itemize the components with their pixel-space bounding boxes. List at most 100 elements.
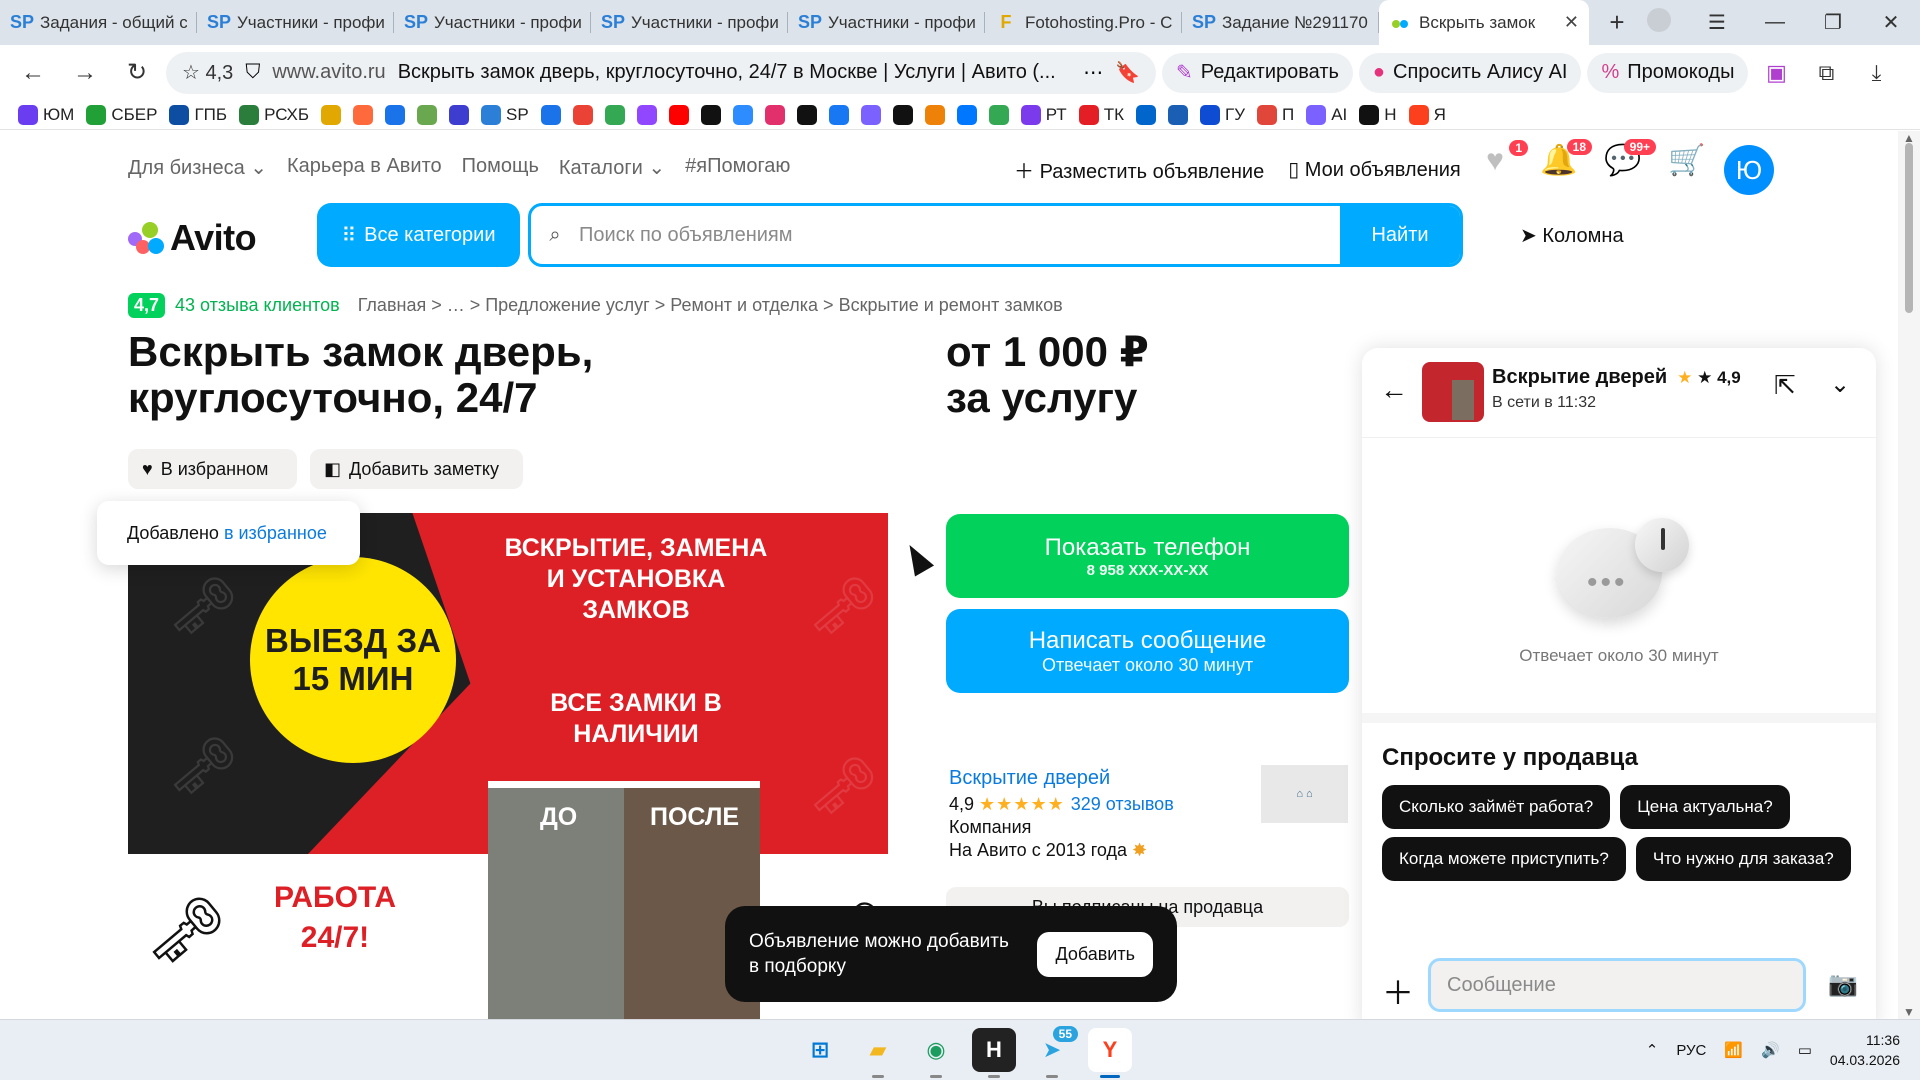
- heart-icon[interactable]: ♥ 1: [1476, 139, 1528, 178]
- bookmark-item[interactable]: [956, 104, 977, 125]
- plus-icon[interactable]: ＋: [1382, 968, 1414, 1014]
- close-window-button[interactable]: ✕: [1862, 10, 1920, 35]
- chat-icon[interactable]: 💬 99+: [1604, 139, 1656, 178]
- minimize-button[interactable]: —: [1746, 11, 1804, 34]
- profile-icon[interactable]: [1630, 7, 1688, 38]
- open-external-icon[interactable]: ⇱: [1774, 370, 1796, 401]
- wifi-icon[interactable]: 📶: [1724, 1041, 1743, 1059]
- bookmark-item[interactable]: [572, 104, 593, 125]
- promo-chip[interactable]: % Промокоды: [1587, 52, 1749, 93]
- bookmark-item[interactable]: ЮМ: [18, 104, 74, 125]
- bookmark-item[interactable]: [892, 104, 913, 125]
- search-input[interactable]: [579, 223, 1340, 247]
- bookmark-item[interactable]: [668, 104, 689, 125]
- bookmark-item[interactable]: Н: [1359, 104, 1397, 125]
- bookmark-item[interactable]: AI: [1306, 104, 1347, 125]
- extensions-icon[interactable]: ⧉: [1804, 51, 1848, 95]
- quick-question-chip[interactable]: Цена актуальна?: [1620, 785, 1790, 829]
- bookmark-item[interactable]: [353, 104, 374, 125]
- more-icon[interactable]: ⋯: [1083, 60, 1103, 85]
- top-nav-link[interactable]: Каталоги ⌄: [559, 155, 665, 180]
- scroll-down-icon[interactable]: ▼: [1903, 1005, 1915, 1019]
- omnibox[interactable]: ☆ 4,3 ⛉ www.avito.ru Вскрыть замок дверь…: [166, 51, 1156, 94]
- chevron-up-icon[interactable]: ⌃: [1646, 1041, 1659, 1059]
- bookmark-item[interactable]: [604, 104, 625, 125]
- my-ads-link[interactable]: ▯ Мои объявления: [1288, 157, 1461, 182]
- quick-question-chip[interactable]: Когда можете приступить?: [1382, 837, 1626, 881]
- bookmark-item[interactable]: [321, 104, 342, 125]
- seller-reviews-link[interactable]: 329 отзывов: [1071, 794, 1174, 814]
- bookmark-item[interactable]: [540, 104, 561, 125]
- edit-chip[interactable]: ✎ Редактировать: [1162, 52, 1353, 93]
- chat-ad-thumbnail[interactable]: [1422, 362, 1484, 422]
- avatar[interactable]: Ю: [1724, 145, 1774, 195]
- toast-add-button[interactable]: Добавить: [1037, 931, 1153, 977]
- bookmark-item[interactable]: [732, 104, 753, 125]
- restore-button[interactable]: ❐: [1804, 10, 1862, 35]
- all-categories-button[interactable]: ⠿ Все категории: [317, 203, 520, 267]
- post-ad-link[interactable]: ＋ Разместить объявление: [1014, 155, 1264, 184]
- clock[interactable]: 11:36 04.03.2026: [1830, 1030, 1900, 1070]
- seller-name[interactable]: Вскрытие дверей: [949, 767, 1174, 790]
- page-scrollbar[interactable]: ▲ ▼: [1898, 131, 1920, 1019]
- close-tab-icon[interactable]: ✕: [1564, 12, 1579, 33]
- browser-tab[interactable]: SP Участники - профи: [394, 0, 591, 45]
- favorite-button[interactable]: ♥ В избранном: [128, 449, 297, 489]
- yandex-browser-icon[interactable]: Y: [1088, 1028, 1132, 1078]
- browser-tab[interactable]: SP Задания - общий с: [0, 0, 197, 45]
- menu-icon[interactable]: ☰: [1688, 10, 1746, 35]
- bell-icon[interactable]: 🔔 18: [1540, 139, 1592, 178]
- language-indicator[interactable]: РУС: [1676, 1042, 1706, 1059]
- reviews-link[interactable]: 43 отзыва клиентов: [175, 295, 340, 316]
- bookmark-item[interactable]: [796, 104, 817, 125]
- bookmark-item[interactable]: [1167, 104, 1188, 125]
- bookmark-item[interactable]: ГУ: [1199, 104, 1245, 125]
- edge-browser-icon[interactable]: ◉: [914, 1028, 958, 1078]
- bookmark-item[interactable]: [988, 104, 1009, 125]
- scroll-thumb[interactable]: [1905, 143, 1913, 313]
- volume-icon[interactable]: 🔊: [1761, 1041, 1780, 1059]
- bookmark-item[interactable]: П: [1257, 104, 1294, 125]
- bookmark-item[interactable]: [700, 104, 721, 125]
- breadcrumb[interactable]: Главная > … > Предложение услуг > Ремонт…: [358, 295, 1063, 316]
- quick-question-chip[interactable]: Сколько займёт работа?: [1382, 785, 1611, 829]
- quick-question-chip[interactable]: Что нужно для заказа?: [1635, 837, 1851, 881]
- bookmark-item[interactable]: СБЕР: [86, 104, 157, 125]
- image-extension-icon[interactable]: ▣: [1754, 51, 1798, 95]
- file-explorer-icon[interactable]: ▰: [856, 1028, 900, 1078]
- camera-icon[interactable]: 📷: [1828, 970, 1858, 999]
- cart-icon[interactable]: 🛒: [1668, 143, 1706, 178]
- bookmark-item[interactable]: РСХБ: [239, 104, 309, 125]
- bookmark-item[interactable]: [1135, 104, 1156, 125]
- top-nav-link[interactable]: Для бизнеса ⌄: [128, 155, 267, 180]
- bookmark-item[interactable]: [860, 104, 881, 125]
- browser-tab[interactable]: Вскрыть замок ✕: [1379, 0, 1589, 45]
- add-note-button[interactable]: ◧ Добавить заметку: [310, 449, 523, 489]
- reload-icon[interactable]: ↻: [114, 50, 160, 96]
- bookmark-item[interactable]: Я: [1408, 104, 1446, 125]
- download-icon[interactable]: ⤓: [1854, 51, 1898, 95]
- browser-tab[interactable]: SP Участники - профи: [197, 0, 394, 45]
- city-selector[interactable]: ➤ Коломна: [1520, 223, 1624, 248]
- site-rating[interactable]: ☆ 4,3: [182, 60, 233, 85]
- write-message-button[interactable]: Написать сообщение Отвечает около 30 мин…: [946, 609, 1349, 693]
- tooltip-link[interactable]: в избранное: [224, 523, 327, 544]
- bookmark-item[interactable]: [417, 104, 438, 125]
- bookmark-item[interactable]: РТ: [1020, 104, 1067, 125]
- browser-tab[interactable]: SP Участники - профи: [788, 0, 985, 45]
- bookmark-item[interactable]: [449, 104, 470, 125]
- bookmark-item[interactable]: SP: [481, 104, 529, 125]
- back-icon[interactable]: ←: [10, 50, 56, 96]
- bookmark-icon[interactable]: 🔖: [1115, 60, 1140, 85]
- seller-logo[interactable]: ⌂ ⌂: [1261, 765, 1348, 823]
- bookmark-item[interactable]: ТК: [1078, 104, 1124, 125]
- show-phone-button[interactable]: Показать телефон 8 958 XXX-XX-XX: [946, 514, 1349, 598]
- top-nav-link[interactable]: Помощь: [462, 155, 539, 180]
- bookmark-item[interactable]: [385, 104, 406, 125]
- browser-tab[interactable]: SP Задание №291170: [1182, 0, 1379, 45]
- bookmark-item[interactable]: [828, 104, 849, 125]
- telegram-icon[interactable]: ➤ 55: [1030, 1026, 1078, 1078]
- chevron-down-icon[interactable]: ⌄: [1830, 370, 1850, 399]
- top-nav-link[interactable]: #яПомогаю: [685, 155, 790, 180]
- search-button[interactable]: Найти: [1340, 206, 1460, 264]
